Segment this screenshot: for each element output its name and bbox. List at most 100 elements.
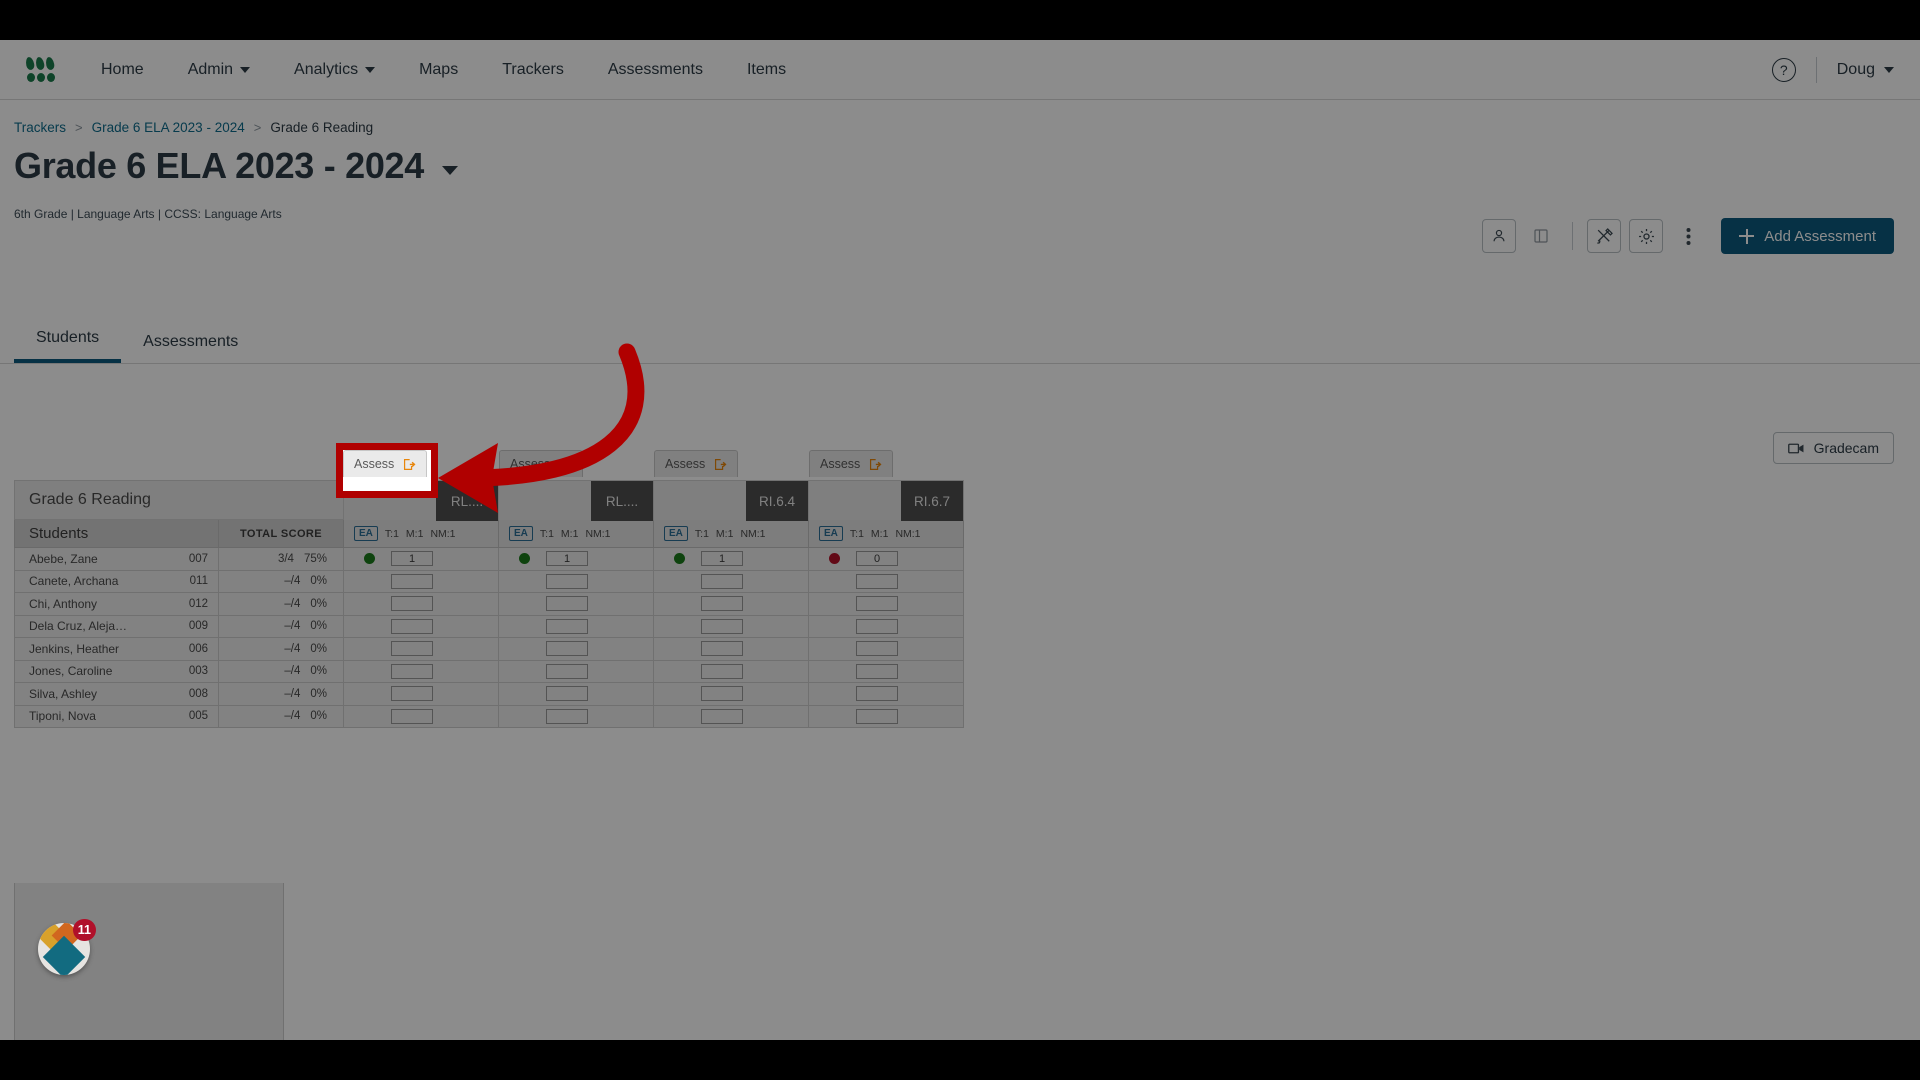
title-chevron-down-icon[interactable] (442, 165, 459, 175)
edit-tools-icon[interactable] (1587, 219, 1622, 253)
nav-item-admin[interactable]: Admin (166, 40, 272, 100)
assessment-score-cell[interactable] (344, 705, 499, 728)
score-input[interactable] (546, 618, 588, 634)
score-input[interactable] (391, 618, 433, 634)
assessment-score-cell[interactable] (809, 705, 964, 728)
score-input[interactable] (856, 686, 898, 702)
assess-button-3[interactable]: Assess (654, 450, 739, 477)
assessment-score-cell[interactable] (809, 683, 964, 706)
score-input[interactable] (546, 641, 588, 657)
nav-item-items[interactable]: Items (725, 40, 808, 100)
score-input[interactable] (701, 641, 743, 657)
student-roster-icon[interactable] (1482, 219, 1517, 253)
sidebar-toggle-icon[interactable] (1524, 219, 1559, 253)
gear-icon[interactable] (1629, 219, 1664, 253)
score-input[interactable] (856, 708, 898, 724)
assessment-score-cell[interactable] (499, 570, 654, 593)
assess-button-1-highlight[interactable]: Assess (343, 450, 428, 477)
help-assistant-widget[interactable]: 11 (38, 919, 96, 975)
assessment-score-cell[interactable] (654, 615, 809, 638)
student-name-cell[interactable]: Chi, Anthony 012 (14, 593, 219, 616)
score-input[interactable]: 1 (391, 551, 433, 567)
score-input[interactable] (856, 641, 898, 657)
score-input[interactable] (546, 663, 588, 679)
standard-tag[interactable]: RL.... (436, 481, 498, 521)
student-name-cell[interactable]: Jones, Caroline 003 (14, 660, 219, 683)
assessment-score-cell[interactable] (654, 683, 809, 706)
assess-button-2[interactable]: Assess (499, 450, 584, 477)
breadcrumb-item-trackers[interactable]: Trackers (14, 120, 66, 135)
score-input[interactable] (546, 596, 588, 612)
assessment-score-cell[interactable]: 1 (654, 548, 809, 571)
score-input[interactable]: 0 (856, 551, 898, 567)
notification-badge[interactable]: 11 (72, 919, 96, 941)
assessment-score-cell[interactable] (499, 593, 654, 616)
assessment-score-cell[interactable] (654, 593, 809, 616)
score-input[interactable] (701, 686, 743, 702)
score-input[interactable] (391, 641, 433, 657)
score-input[interactable] (701, 708, 743, 724)
score-input[interactable] (546, 708, 588, 724)
assessment-score-cell[interactable] (499, 683, 654, 706)
assessment-score-cell[interactable] (499, 638, 654, 661)
student-name-cell[interactable]: Jenkins, Heather 006 (14, 638, 219, 661)
score-input[interactable]: 1 (546, 551, 588, 567)
student-name-cell[interactable]: Canete, Archana 011 (14, 570, 219, 593)
assessment-score-cell[interactable] (499, 615, 654, 638)
score-input[interactable]: 1 (701, 551, 743, 567)
assessment-score-cell[interactable] (344, 615, 499, 638)
assessment-score-cell[interactable]: 0 (809, 548, 964, 571)
assessment-score-cell[interactable] (654, 638, 809, 661)
score-input[interactable] (701, 596, 743, 612)
breadcrumb-item-tracker[interactable]: Grade 6 ELA 2023 - 2024 (92, 120, 245, 135)
user-menu[interactable]: Doug (1837, 61, 1894, 79)
tab-students[interactable]: Students (14, 329, 122, 363)
kebab-menu-icon[interactable] (1671, 219, 1706, 253)
assessment-score-cell[interactable] (344, 638, 499, 661)
student-name-cell[interactable]: Dela Cruz, Aleja… 009 (14, 615, 219, 638)
column-header-students[interactable]: Students (14, 520, 219, 548)
nav-item-trackers[interactable]: Trackers (480, 40, 586, 100)
score-input[interactable] (546, 573, 588, 589)
student-name-cell[interactable]: Abebe, Zane 007 (14, 548, 219, 571)
add-assessment-button[interactable]: Add Assessment (1721, 218, 1894, 254)
assessment-score-cell[interactable] (344, 570, 499, 593)
assessment-score-cell[interactable] (809, 570, 964, 593)
nav-item-maps[interactable]: Maps (397, 40, 480, 100)
score-input[interactable] (391, 686, 433, 702)
score-input[interactable] (391, 663, 433, 679)
assessment-score-cell[interactable] (499, 705, 654, 728)
student-name-cell[interactable]: Tiponi, Nova 005 (14, 705, 219, 728)
gradecam-button[interactable]: Gradecam (1772, 432, 1894, 464)
standard-tag[interactable]: RI.6.7 (901, 481, 963, 521)
score-input[interactable] (391, 573, 433, 589)
assessment-score-cell[interactable] (499, 660, 654, 683)
assessment-score-cell[interactable] (344, 593, 499, 616)
assessment-score-cell[interactable] (654, 570, 809, 593)
student-name-cell[interactable]: Silva, Ashley 008 (14, 683, 219, 706)
score-input[interactable] (856, 596, 898, 612)
assessment-score-cell[interactable]: 1 (344, 548, 499, 571)
nav-item-analytics[interactable]: Analytics (272, 40, 397, 100)
assessment-score-cell[interactable] (654, 705, 809, 728)
assessment-score-cell[interactable] (654, 660, 809, 683)
assess-button-highlighted[interactable]: Assess (343, 450, 428, 477)
score-input[interactable] (701, 618, 743, 634)
assessment-score-cell[interactable] (809, 615, 964, 638)
nav-item-home[interactable]: Home (79, 40, 166, 100)
nav-item-assessments[interactable]: Assessments (586, 40, 725, 100)
standard-tag[interactable]: RI.6.4 (746, 481, 808, 521)
standard-tag[interactable]: RL.... (591, 481, 653, 521)
score-input[interactable] (856, 573, 898, 589)
assess-button-4[interactable]: Assess (809, 450, 894, 477)
score-input[interactable] (856, 663, 898, 679)
score-input[interactable] (701, 573, 743, 589)
assessment-score-cell[interactable] (809, 638, 964, 661)
assessment-score-cell[interactable]: 1 (499, 548, 654, 571)
score-input[interactable] (701, 663, 743, 679)
score-input[interactable] (856, 618, 898, 634)
tab-assessments[interactable]: Assessments (121, 333, 260, 363)
score-input[interactable] (546, 686, 588, 702)
score-input[interactable] (391, 596, 433, 612)
assessment-score-cell[interactable] (344, 660, 499, 683)
